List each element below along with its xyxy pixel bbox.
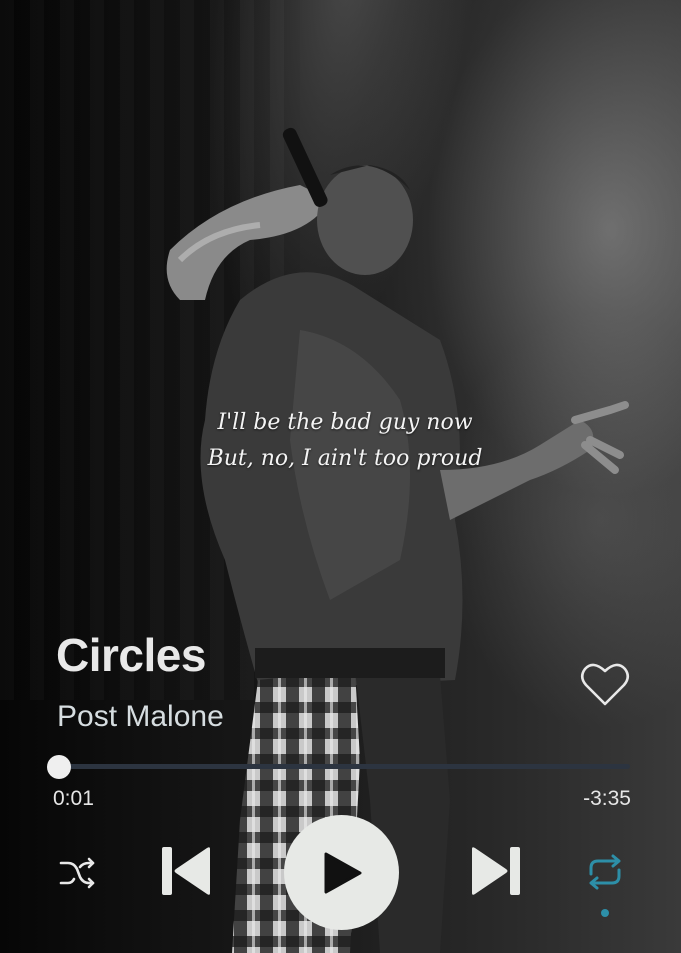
elapsed-time: 0:01 [53,787,94,810]
repeat-button[interactable] [584,852,626,892]
lyric-line-next: But, no, I ain't too proud [207,446,483,471]
shuffle-button[interactable] [58,855,96,891]
song-title: Circles [56,629,206,681]
play-icon [324,852,361,893]
repeat-active-indicator [601,909,609,917]
favorite-button[interactable] [580,660,630,708]
heart-outline-icon [580,663,630,706]
next-track-button[interactable] [470,845,522,897]
repeat-icon [589,854,621,890]
progress-bar[interactable] [46,755,630,779]
music-player-screen: I'll be the bad guy now But, no, I ain't… [0,0,681,953]
artist-name[interactable]: Post Malone [57,700,224,734]
previous-track-button[interactable] [160,845,212,897]
lyric-line-current: I'll be the bad guy now [217,410,473,435]
lyrics-overlay: I'll be the bad guy now But, no, I ain't… [150,405,540,477]
play-button[interactable] [284,815,399,930]
skip-next-icon [472,847,520,895]
progress-thumb[interactable] [46,755,71,779]
shuffle-icon [59,857,95,889]
skip-previous-icon [162,847,210,895]
remaining-time: -3:35 [583,787,631,810]
